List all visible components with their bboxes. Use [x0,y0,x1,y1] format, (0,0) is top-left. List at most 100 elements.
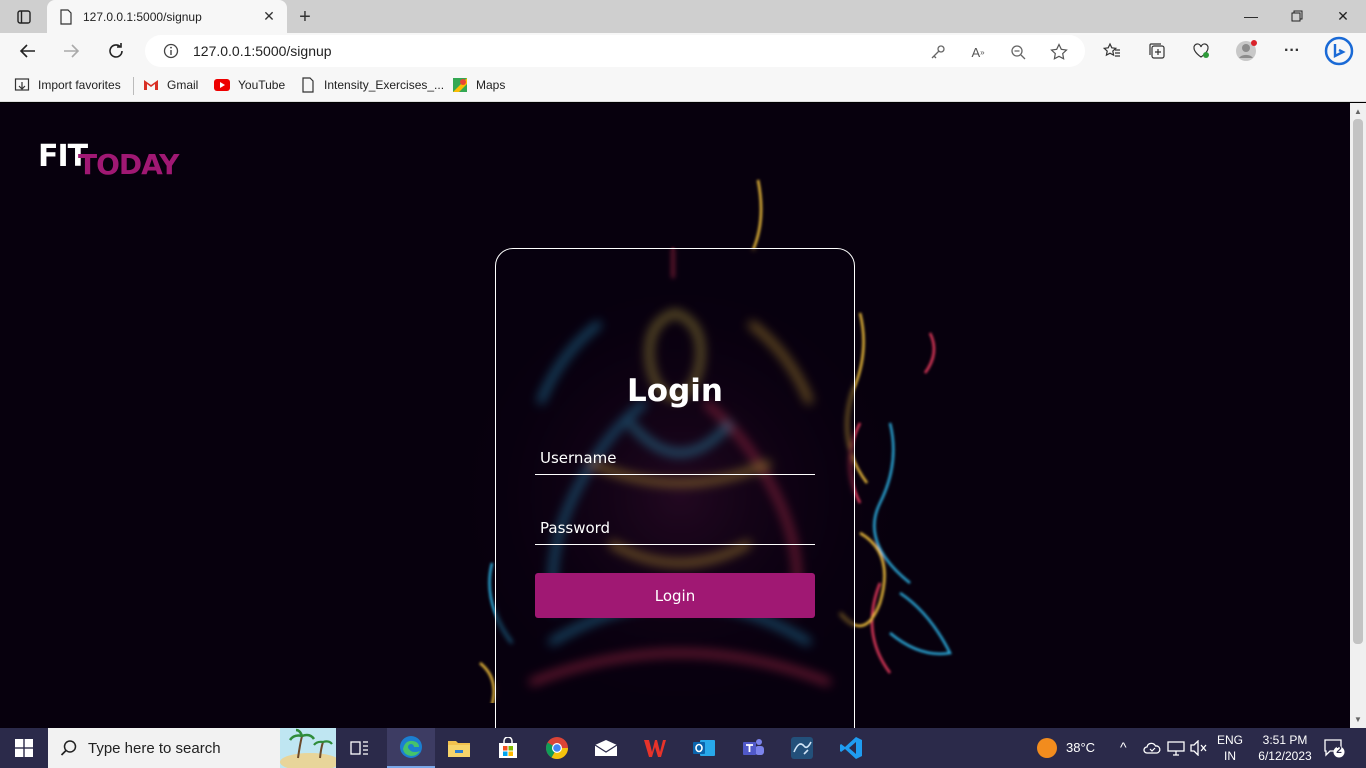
maps-icon [452,77,468,93]
task-view-icon [350,741,368,755]
search-placeholder: Type here to search [88,739,221,757]
chrome-icon [546,737,568,759]
zoom-out-icon[interactable] [1007,41,1029,63]
youtube-icon [214,77,230,93]
favorites-button[interactable] [1097,37,1127,65]
onedrive-icon[interactable] [1143,740,1161,761]
weather-temperature[interactable]: 38°C [1066,740,1095,756]
bookmark-label: Maps [476,78,506,92]
taskbar-mail[interactable] [582,728,630,768]
read-aloud-icon[interactable]: A» [967,41,989,63]
forward-arrow-icon [64,44,80,58]
taskbar-search-box[interactable]: Type here to search [48,728,336,768]
beach-illustration-icon [280,728,336,768]
weather-sun-icon[interactable] [1036,737,1058,759]
bookmark-intensity-exercises[interactable]: Intensity_Exercises_... [300,75,444,95]
login-title: Login [627,373,723,409]
page-viewport: FIT TODAY Login Username Login [0,103,1350,728]
bing-button[interactable] [1322,36,1356,66]
favorites-icon [1103,42,1120,57]
bookmark-label: Import favorites [38,78,121,92]
scroll-down-icon[interactable]: ▼ [1354,715,1362,724]
back-arrow-icon [19,44,35,58]
import-icon [14,77,30,93]
taskbar-teams[interactable] [729,728,777,768]
clock[interactable]: 3:51 PM 6/12/2023 [1248,732,1322,764]
username-input[interactable] [535,441,815,474]
search-icon [60,740,77,756]
minimize-button[interactable]: — [1228,0,1274,32]
site-info-icon[interactable] [163,43,179,59]
restore-icon [1291,10,1303,22]
document-icon [300,77,316,93]
taskbar-vscode[interactable] [827,728,875,768]
task-view-button[interactable] [336,728,384,768]
language-code: ENG [1216,733,1243,747]
taskbar-mysql-workbench[interactable] [778,728,826,768]
scroll-up-icon[interactable]: ▲ [1354,107,1362,116]
tab-bar: 127.0.0.1:5000/signup ✕ + — ✕ [0,0,1366,33]
url-text[interactable]: 127.0.0.1:5000/signup [193,43,332,59]
wps-office-icon [644,740,666,757]
profile-button[interactable] [1231,37,1261,65]
start-button[interactable] [0,728,48,768]
tab-actions-button[interactable] [10,6,38,28]
page-favicon-icon [60,8,72,25]
taskbar-edge[interactable] [387,728,435,768]
login-button[interactable]: Login [535,573,815,618]
show-hidden-icons-icon[interactable]: ^ [1120,739,1127,755]
input-language[interactable]: ENG IN [1212,732,1248,764]
refresh-button[interactable] [101,37,131,65]
notification-count: 2 [1336,745,1342,756]
taskbar-wps-office[interactable] [631,728,679,768]
bookmark-import-favorites[interactable]: Import favorites [14,75,121,95]
scrollbar-thumb[interactable] [1353,119,1363,644]
favorites-bar: Import favorites Gmail YouTube Intensity… [0,69,1366,102]
back-button[interactable] [13,37,43,65]
browser-toolbar: 127.0.0.1:5000/signup A» ··· [0,33,1366,69]
outlook-icon [693,740,715,756]
gmail-icon [143,77,159,93]
close-window-button[interactable]: ✕ [1320,0,1366,32]
store-icon [499,737,517,758]
settings-more-button[interactable]: ··· [1277,37,1307,65]
bookmark-youtube[interactable]: YouTube [214,75,285,95]
bookmark-label: Intensity_Exercises_... [324,78,445,92]
clock-time: 3:51 PM [1262,733,1308,747]
forward-button[interactable] [56,37,86,65]
taskbar-outlook[interactable] [680,728,728,768]
notifications-button[interactable]: 2 [1323,737,1347,759]
browser-essentials-button[interactable] [1186,37,1216,65]
collections-icon [1149,43,1165,59]
collections-button[interactable] [1142,37,1172,65]
bookmark-gmail[interactable]: Gmail [143,75,198,95]
taskbar-chrome[interactable] [533,728,581,768]
new-tab-button[interactable]: + [292,4,318,30]
active-tab[interactable]: 127.0.0.1:5000/signup ✕ [47,0,287,33]
folder-icon [448,741,470,757]
page-scrollbar[interactable]: ▲ ▼ [1350,103,1366,728]
password-input[interactable] [535,511,815,544]
windows-logo-icon [15,739,33,757]
favorite-star-icon[interactable] [1048,41,1070,63]
network-icon[interactable] [1167,740,1185,761]
teams-icon [743,739,764,755]
login-card: Login Login [495,248,855,728]
key-icon[interactable] [927,41,949,63]
vscode-icon [840,737,862,759]
taskbar-file-explorer[interactable] [435,728,483,768]
tab-title: 127.0.0.1:5000/signup [83,9,202,24]
restore-button[interactable] [1274,0,1320,32]
address-bar[interactable]: 127.0.0.1:5000/signup A» [145,35,1085,67]
password-field[interactable] [535,511,815,545]
refresh-icon [109,43,123,58]
bookmark-separator [133,77,134,95]
volume-muted-icon[interactable] [1190,739,1208,761]
username-field[interactable] [535,441,815,475]
close-tab-icon[interactable]: ✕ [257,5,281,29]
language-region: IN [1224,749,1236,763]
windows-taskbar: Type here to search 38°C ^ ENG IN 3:51 P… [0,728,1366,768]
taskbar-store[interactable] [484,728,532,768]
bookmark-maps[interactable]: Maps [452,75,505,95]
bookmark-label: YouTube [238,78,286,92]
